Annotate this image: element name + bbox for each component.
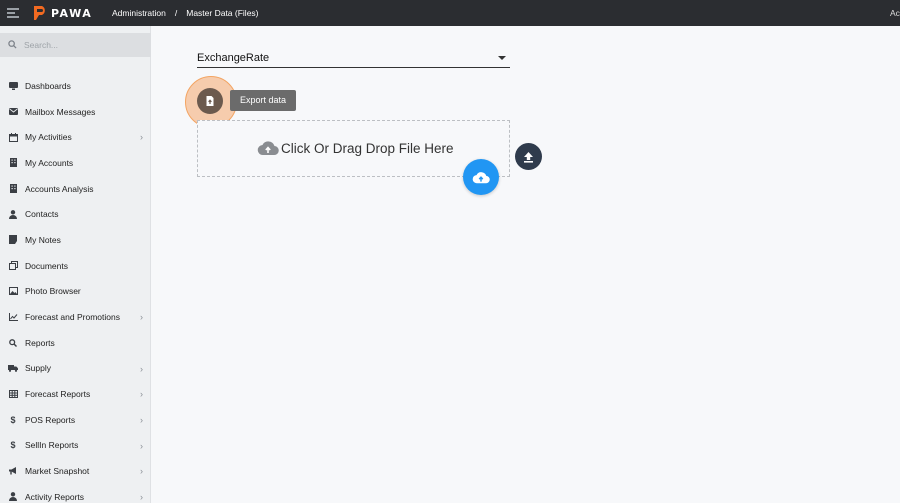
sidebar: Dashboards Mailbox Messages My Activities ›…: [0, 26, 151, 503]
sidebar-item-photo-browser[interactable]: Photo Browser: [0, 279, 151, 305]
building-icon: [8, 158, 18, 168]
sidebar-search: [0, 33, 151, 57]
sidebar-item-forecast-and-promotions[interactable]: Forecast and Promotions ›: [0, 304, 151, 330]
note-icon: [8, 235, 18, 245]
export-data-tooltip: Export data: [230, 90, 297, 111]
pawa-logo-icon: [34, 6, 45, 20]
calendar-icon: [8, 132, 18, 142]
breadcrumb-master-data-files[interactable]: Master Data (Files): [186, 8, 258, 18]
image-icon: [8, 286, 18, 296]
building-icon: [8, 184, 18, 194]
dropzone-text: Click Or Drag Drop File Here: [281, 141, 454, 156]
master-data-select-value: ExchangeRate: [197, 52, 270, 64]
sidebar-item-label: My Notes: [25, 234, 61, 245]
cloud-upload-icon: [257, 141, 279, 156]
sidebar-item-supply[interactable]: Supply ›: [0, 356, 151, 382]
dashboard-icon: [8, 81, 18, 91]
sidebar-item-label: Photo Browser: [25, 286, 81, 297]
sidebar-item-label: Reports: [25, 337, 55, 348]
dropdown-caret-icon: [498, 56, 506, 60]
chevron-right-icon: ›: [140, 466, 143, 477]
truck-icon: [8, 363, 18, 373]
sidebar-item-label: Activity Reports: [25, 491, 85, 502]
sidebar-item-label: Forecast and Promotions: [25, 312, 120, 323]
person-icon: [8, 209, 18, 219]
sidebar-item-market-snapshot[interactable]: Market Snapshot ›: [0, 458, 151, 484]
sidebar-item-mailbox-messages[interactable]: Mailbox Messages: [0, 99, 151, 125]
account-menu[interactable]: Ac: [890, 8, 900, 18]
sidebar-item-my-notes[interactable]: My Notes: [0, 227, 151, 253]
sidebar-item-label: Contacts: [25, 209, 59, 220]
line-chart-icon: [8, 312, 18, 322]
export-data-button[interactable]: [197, 88, 223, 114]
dollar-icon: $: [10, 414, 16, 425]
sidebar-item-my-activities[interactable]: My Activities ›: [0, 124, 151, 150]
megaphone-icon: [8, 466, 18, 476]
person-icon: [8, 492, 18, 502]
search-icon: [8, 338, 18, 348]
sidebar-item-dashboards[interactable]: Dashboards: [0, 73, 151, 99]
table-icon: [8, 389, 18, 399]
chevron-right-icon: ›: [140, 389, 143, 400]
sidebar-item-label: Dashboards: [25, 80, 71, 91]
sidebar-item-label: POS Reports: [25, 414, 76, 425]
sidebar-item-forecast-reports[interactable]: Forecast Reports ›: [0, 381, 151, 407]
documents-icon: [8, 261, 18, 271]
app-logo[interactable]: PAWA: [33, 4, 92, 22]
envelope-icon: [8, 107, 18, 117]
sidebar-item-label: Accounts Analysis: [25, 183, 94, 194]
upload-button[interactable]: [515, 143, 542, 170]
sidebar-item-activity-reports[interactable]: Activity Reports ›: [0, 484, 151, 503]
sidebar-item-label: My Accounts: [25, 157, 74, 168]
sidebar-item-label: SellIn Reports: [25, 440, 79, 451]
chevron-right-icon: ›: [140, 312, 143, 323]
hamburger-menu-icon[interactable]: [7, 8, 19, 18]
cloud-upload-button[interactable]: [463, 159, 499, 195]
cloud-upload-icon: [472, 171, 490, 183]
sidebar-item-label: Documents: [25, 260, 68, 271]
upload-arrow-icon: [524, 151, 533, 163]
sidebar-item-contacts[interactable]: Contacts: [0, 201, 151, 227]
logo-text: PAWA: [51, 6, 93, 20]
sidebar-item-my-accounts[interactable]: My Accounts: [0, 150, 151, 176]
sidebar-nav: Dashboards Mailbox Messages My Activities ›…: [0, 73, 151, 503]
dollar-icon: $: [10, 440, 16, 451]
sidebar-item-reports[interactable]: Reports: [0, 330, 151, 356]
breadcrumb: Administration / Master Data (Files): [112, 8, 259, 18]
sidebar-item-accounts-analysis[interactable]: Accounts Analysis: [0, 176, 151, 202]
file-dropzone[interactable]: Click Or Drag Drop File Here: [197, 120, 510, 177]
sidebar-item-documents[interactable]: Documents: [0, 253, 151, 279]
chevron-right-icon: ›: [140, 440, 143, 451]
sidebar-item-label: My Activities: [25, 132, 72, 143]
sidebar-item-label: Market Snapshot: [25, 466, 90, 477]
chevron-right-icon: ›: [140, 492, 143, 502]
sidebar-item-pos-reports[interactable]: $ POS Reports ›: [0, 407, 151, 433]
top-bar: PAWA Administration / Master Data (Files…: [0, 0, 900, 26]
chevron-right-icon: ›: [140, 363, 143, 374]
sidebar-search-input[interactable]: [24, 37, 144, 53]
sidebar-item-label: Mailbox Messages: [25, 106, 96, 117]
breadcrumb-administration[interactable]: Administration: [112, 8, 166, 18]
chevron-right-icon: ›: [140, 414, 143, 425]
sidebar-item-label: Forecast Reports: [25, 389, 91, 400]
search-icon: [8, 40, 17, 49]
chevron-right-icon: ›: [140, 132, 143, 143]
breadcrumb-separator: /: [174, 8, 178, 18]
master-data-select[interactable]: ExchangeRate: [197, 47, 510, 68]
file-export-icon: [206, 96, 214, 106]
sidebar-item-sellin-reports[interactable]: $ SellIn Reports ›: [0, 433, 151, 459]
sidebar-item-label: Supply: [25, 363, 51, 374]
